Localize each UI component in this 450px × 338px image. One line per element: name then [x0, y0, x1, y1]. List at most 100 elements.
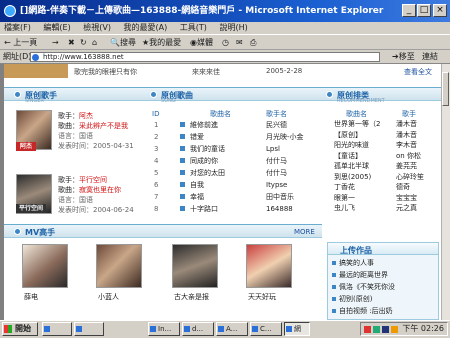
song-title-link[interactable]: 我们的童话 — [190, 145, 225, 153]
menu-file[interactable]: 檔案(F) — [4, 23, 31, 32]
ranking-song-link[interactable]: 【原创】 — [334, 131, 362, 139]
song-title-link[interactable]: 错爱 — [190, 133, 204, 141]
tray-icon[interactable] — [364, 326, 371, 333]
ranking-singer[interactable]: 李木音 — [396, 141, 417, 149]
song-title-link[interactable]: 幸福 — [190, 193, 204, 201]
ranking-song-link[interactable]: 到思(2005) — [334, 173, 371, 181]
singer-name-link[interactable]: 平行空间 — [79, 176, 107, 184]
song-singer[interactable]: 田中音乐 — [266, 193, 294, 201]
history-icon[interactable]: ◷ — [222, 35, 229, 50]
taskbar-button[interactable]: C... — [250, 322, 282, 336]
mail-icon[interactable]: ✉ — [236, 35, 243, 50]
mv-thumbnail[interactable] — [96, 244, 142, 288]
web-page[interactable]: 歌完我的眼裡只有你 來來來佳 2005-2-28 查看全文 原创歌手 SINGE… — [4, 64, 441, 322]
singer-name-link[interactable]: 阿杰 — [79, 112, 93, 120]
upload-link[interactable]: 搞笑的人事 — [339, 259, 374, 267]
song-singer[interactable]: 付什马 — [266, 157, 287, 165]
menu-view[interactable]: 檢視(V) — [83, 23, 111, 32]
play-icon[interactable] — [180, 146, 185, 151]
links-label[interactable]: 連結 — [422, 50, 438, 64]
mv-more-link[interactable]: MORE — [294, 228, 315, 236]
song-title-link[interactable]: 維修前進 — [190, 121, 218, 129]
tray-icon[interactable] — [382, 326, 389, 333]
maximize-button[interactable]: □ — [417, 4, 431, 17]
menu-help[interactable]: 說明(H) — [219, 23, 247, 32]
close-button[interactable]: × — [433, 4, 447, 17]
go-button[interactable]: ➔移至 — [392, 50, 415, 64]
ranking-song-link[interactable]: 孤单北半球 — [334, 162, 369, 170]
upload-link[interactable]: 佩洛《不笑死你没 — [339, 283, 395, 291]
tray-icon[interactable] — [391, 326, 398, 333]
mv-thumbnail[interactable] — [246, 244, 292, 288]
song-singer[interactable]: 月光映-小金 — [266, 133, 304, 141]
mv-caption[interactable]: 小蓝人 — [98, 293, 119, 301]
ranking-singer[interactable]: 宝宝宝 — [396, 194, 417, 202]
song-name-link[interactable]: 寂寞也里在你 — [79, 186, 121, 194]
more-link[interactable]: 查看全文 — [404, 67, 432, 77]
favorites-button[interactable]: ★我的最愛 — [142, 35, 181, 50]
ranking-song-link[interactable]: 【童话】 — [334, 152, 362, 160]
song-singer[interactable]: Lpsl — [266, 145, 280, 153]
ranking-song-link[interactable]: 眼第一 — [334, 194, 355, 202]
song-singer[interactable]: Itypse — [266, 181, 287, 189]
search-button[interactable]: 🔍搜尋 — [110, 35, 136, 50]
menu-favorites[interactable]: 我的最愛(A) — [124, 23, 168, 32]
ranking-singer[interactable]: 德奇 — [396, 183, 410, 191]
address-input[interactable]: http://www.163888.net — [30, 52, 380, 62]
top-row-text[interactable]: 歌完我的眼裡只有你 — [74, 67, 137, 77]
song-singer[interactable]: 民兴德 — [266, 121, 287, 129]
mv-caption[interactable]: 薛电 — [24, 293, 38, 301]
ranking-song-link[interactable]: 世界第一等（2 — [334, 120, 380, 128]
ranking-song-link[interactable]: 丁香花 — [334, 183, 355, 191]
song-title-link[interactable]: 十字路口 — [190, 205, 218, 213]
ranking-singer[interactable]: 潘木音 — [396, 131, 417, 139]
song-name-link[interactable]: 采此辨产不是我 — [79, 122, 128, 130]
taskbar-button[interactable]: A... — [216, 322, 248, 336]
song-title-link[interactable]: 对您的太田 — [190, 169, 225, 177]
ranking-song-link[interactable]: 虫儿飞 — [334, 204, 355, 212]
play-icon[interactable] — [180, 122, 185, 127]
play-icon[interactable] — [180, 182, 185, 187]
scrollbar-thumb[interactable] — [442, 72, 449, 106]
song-singer[interactable]: 付什马 — [266, 169, 287, 177]
upload-link[interactable]: 自拍视频 :后出奶 — [339, 307, 393, 315]
song-title-link[interactable]: 同成的你 — [190, 157, 218, 165]
play-icon[interactable] — [180, 194, 185, 199]
taskbar-button-active[interactable]: 網 — [284, 322, 310, 336]
mv-thumbnail[interactable] — [172, 244, 218, 288]
refresh-icon[interactable]: ↻ — [80, 35, 87, 50]
mv-caption[interactable]: 天天好玩 — [248, 293, 276, 301]
song-title-link[interactable]: 自我 — [190, 181, 204, 189]
menu-tools[interactable]: 工具(T) — [180, 23, 207, 32]
back-button[interactable]: ← 上一頁 — [4, 35, 37, 50]
play-icon[interactable] — [180, 158, 185, 163]
taskbar-button[interactable] — [74, 322, 104, 336]
print-icon[interactable]: ⎙ — [250, 35, 256, 50]
tray-icon[interactable] — [373, 326, 380, 333]
play-icon[interactable] — [180, 206, 185, 211]
upload-link[interactable]: 初别(原创) — [339, 295, 372, 303]
taskbar-button[interactable] — [42, 322, 72, 336]
song-singer[interactable]: 164888 — [266, 205, 293, 213]
clock[interactable]: 下午 02:26 — [402, 324, 444, 333]
mv-thumbnail[interactable] — [22, 244, 68, 288]
mv-caption[interactable]: 古大亲是报 — [174, 293, 209, 301]
taskbar-button[interactable]: In... — [148, 322, 180, 336]
ranking-singer[interactable]: 心碎玲笙 — [396, 173, 424, 181]
window-title-bar[interactable]: []網路-伴奏下載－上傳歌曲—163888-網絡音樂門戶 - Microsoft… — [0, 0, 450, 22]
minimize-button[interactable]: _ — [402, 4, 416, 17]
home-icon[interactable]: ⌂ — [92, 35, 97, 50]
play-icon[interactable] — [180, 170, 185, 175]
forward-button[interactable]: → — [52, 35, 59, 50]
taskbar-button[interactable]: d... — [182, 322, 214, 336]
play-icon[interactable] — [180, 134, 185, 139]
ranking-singer[interactable]: 姜芫芫 — [396, 162, 417, 170]
ranking-singer[interactable]: 元之真 — [396, 204, 417, 212]
stop-icon[interactable]: ✖ — [68, 35, 75, 50]
media-button[interactable]: ◉媒體 — [190, 35, 213, 50]
menu-edit[interactable]: 編輯(E) — [43, 23, 70, 32]
ranking-singer[interactable]: on 你松 — [396, 152, 421, 160]
ranking-song-link[interactable]: 阳光的味道 — [334, 141, 369, 149]
ranking-singer[interactable]: 潘木音 — [396, 120, 417, 128]
upload-link[interactable]: 最远的距离世界 — [339, 271, 388, 279]
